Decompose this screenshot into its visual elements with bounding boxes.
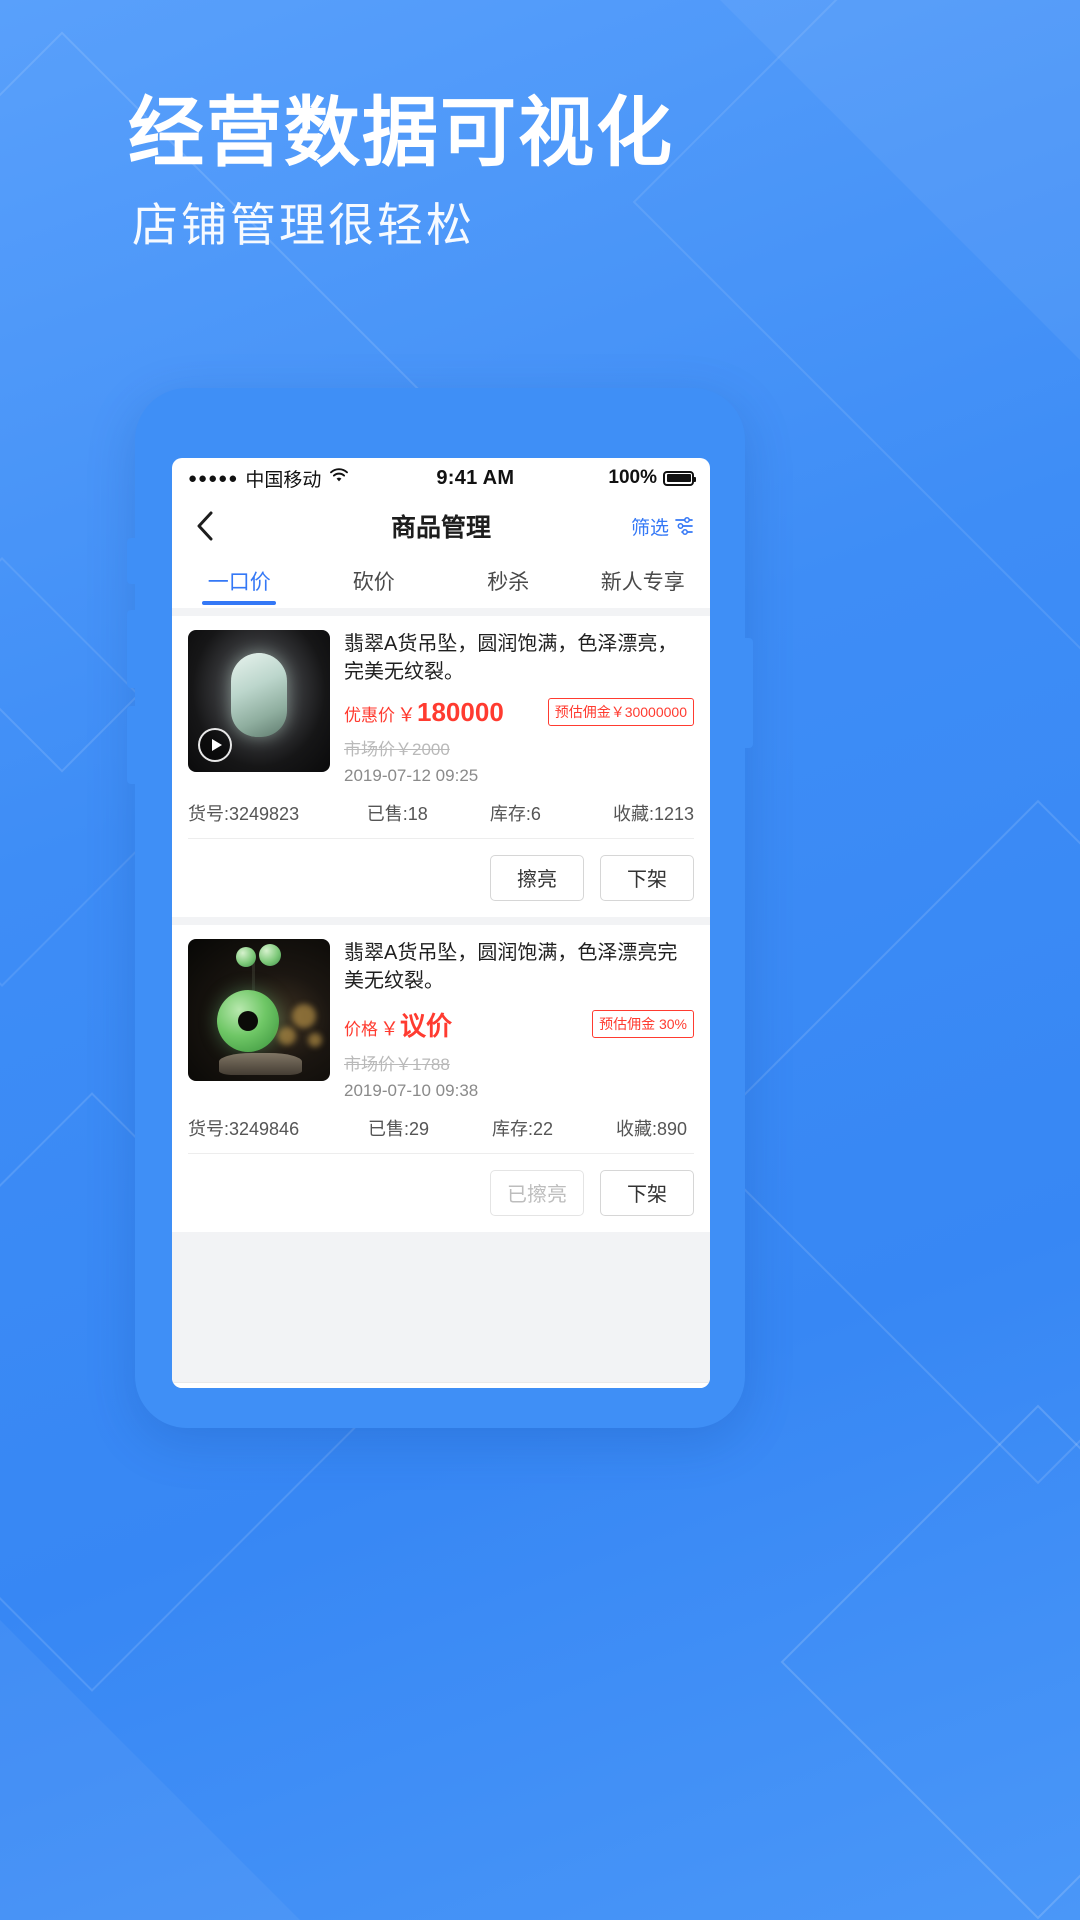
status-bar-right: 100%: [608, 467, 696, 489]
market-price: 市场价￥2000: [344, 739, 450, 759]
status-bar: ●●●●● 中国移动 9:41 AM 100%: [172, 458, 710, 498]
nav-bar: 商品管理 筛选: [172, 498, 710, 554]
price-amount: 180000: [417, 696, 504, 727]
play-icon[interactable]: [198, 728, 232, 762]
product-info: 翡翠A货吊坠，圆润饱满，色泽漂亮完美无纹裂。 价格 ￥ 议价 预估佣金 30% …: [344, 939, 694, 1101]
product-thumbnail[interactable]: [188, 630, 330, 772]
filter-button[interactable]: 筛选: [631, 513, 694, 540]
product-thumbnail[interactable]: [188, 938, 330, 1081]
product-price-row: 优惠价 ￥ 180000 预估佣金￥30000000: [344, 697, 694, 728]
signal-strength-icon: ●●●●●: [188, 469, 239, 487]
product-price: 优惠价 ￥ 180000: [344, 697, 504, 728]
product-sold: 已售:29: [368, 1118, 430, 1139]
product-stock: 库存:22: [492, 1118, 554, 1139]
product-actions: 已擦亮 下架: [188, 1154, 694, 1232]
bg-triangle-bottom-left: [0, 1620, 300, 1920]
polish-button[interactable]: 擦亮: [490, 854, 584, 901]
phone-volume-up-button: [127, 610, 136, 688]
tab-flash-sale[interactable]: 秒杀: [441, 554, 576, 608]
chevron-left-icon: [197, 511, 213, 541]
section-divider: [172, 916, 710, 925]
stone-base-shape: [219, 1052, 302, 1075]
list-empty-filler: [172, 1231, 710, 1382]
product-card-top: 翡翠A货吊坠，圆润饱满，色泽漂亮，完美无纹裂。 优惠价 ￥ 180000 预估佣…: [188, 630, 694, 786]
product-meta-row: 货号:3249823 已售:18 库存:6 收藏:1213: [188, 786, 694, 839]
product-info: 翡翠A货吊坠，圆润饱满，色泽漂亮，完美无纹裂。 优惠价 ￥ 180000 预估佣…: [344, 630, 694, 786]
jade-donut-shape: [216, 990, 279, 1053]
product-title: 翡翠A货吊坠，圆润饱满，色泽漂亮完美无纹裂。: [344, 941, 678, 993]
product-price: 价格 ￥ 议价: [344, 1006, 452, 1043]
battery-percent-label: 100%: [608, 467, 657, 488]
product-favorites: 收藏:890: [616, 1118, 688, 1139]
page-title: 商品管理: [390, 514, 491, 542]
product-sku: 货号:3249846: [188, 1118, 300, 1139]
product-price-row: 价格 ￥ 议价 预估佣金 30%: [344, 1006, 694, 1043]
jade-pendant-shape: [231, 653, 287, 738]
product-card[interactable]: 翡翠A货吊坠，圆润饱满，色泽漂亮，完美无纹裂。 优惠价 ￥ 180000 预估佣…: [172, 616, 710, 917]
product-sku: 货号:3249823: [188, 803, 300, 824]
carrier-label: 中国移动: [245, 469, 322, 491]
product-title: 翡翠A货吊坠，圆润饱满，色泽漂亮，完美无纹裂。: [344, 633, 678, 684]
hero-text-block: 经营数据可视化 店铺管理很轻松: [128, 91, 674, 251]
section-divider: [172, 608, 710, 616]
unlist-button[interactable]: 下架: [600, 854, 694, 901]
filter-icon: [675, 517, 693, 535]
polished-button[interactable]: 已擦亮: [490, 1169, 584, 1216]
product-actions: 擦亮 下架: [188, 839, 694, 917]
currency-symbol: ￥: [380, 1018, 400, 1040]
filter-label: 筛选: [630, 517, 669, 539]
tab-bar: 一口价 砍价 秒杀 新人专享: [172, 554, 710, 608]
back-button[interactable]: [188, 509, 222, 543]
phone-volume-down-button: [127, 706, 136, 784]
unlist-button[interactable]: 下架: [600, 1169, 694, 1216]
hero-subheadline: 店铺管理很轻松: [132, 199, 475, 251]
commission-badge: 预估佣金 30%: [592, 1010, 694, 1039]
product-card-top: 翡翠A货吊坠，圆润饱满，色泽漂亮完美无纹裂。 价格 ￥ 议价 预估佣金 30% …: [188, 938, 694, 1101]
battery-full-icon: [663, 470, 696, 486]
product-sold: 已售:18: [366, 803, 428, 824]
tab-newcomer[interactable]: 新人专享: [576, 554, 711, 608]
market-price: 市场价￥1788: [344, 1054, 450, 1074]
currency-symbol: ￥: [397, 704, 417, 726]
bottom-action-bar: 发布商品 草稿箱: [172, 1381, 710, 1388]
bokeh-light: [308, 1032, 322, 1047]
hero-headline: 经营数据可视化: [128, 91, 674, 176]
price-label: 优惠价: [344, 705, 395, 725]
product-stock: 库存:6: [489, 803, 541, 824]
phone-screen: ●●●●● 中国移动 9:41 AM 100% 商品管理 筛选 一口价 砍价 秒…: [172, 458, 710, 1388]
phone-mockup: ●●●●● 中国移动 9:41 AM 100% 商品管理 筛选 一口价 砍价 秒…: [127, 388, 753, 1428]
tab-fixed-price[interactable]: 一口价: [172, 554, 307, 608]
tab-bargain[interactable]: 砍价: [307, 554, 442, 608]
product-card[interactable]: 翡翠A货吊坠，圆润饱满，色泽漂亮完美无纹裂。 价格 ￥ 议价 预估佣金 30% …: [172, 924, 710, 1232]
product-favorites: 收藏:1213: [612, 803, 694, 824]
bokeh-light: [278, 1026, 296, 1045]
price-label: 价格: [344, 1019, 378, 1039]
product-date: 2019-07-10 09:38: [344, 1080, 479, 1100]
jade-bead-shape: [259, 944, 281, 967]
phone-mute-switch: [127, 538, 136, 584]
product-date: 2019-07-12 09:25: [344, 765, 479, 785]
product-meta-row: 货号:3249846 已售:29 库存:22 收藏:890: [188, 1101, 694, 1154]
status-bar-time: 9:41 AM: [436, 466, 515, 489]
status-bar-left: ●●●●● 中国移动: [188, 465, 350, 492]
bokeh-light: [292, 1004, 316, 1029]
phone-power-button: [744, 638, 753, 748]
commission-badge: 预估佣金￥30000000: [547, 698, 694, 727]
price-amount: 议价: [400, 1010, 453, 1041]
